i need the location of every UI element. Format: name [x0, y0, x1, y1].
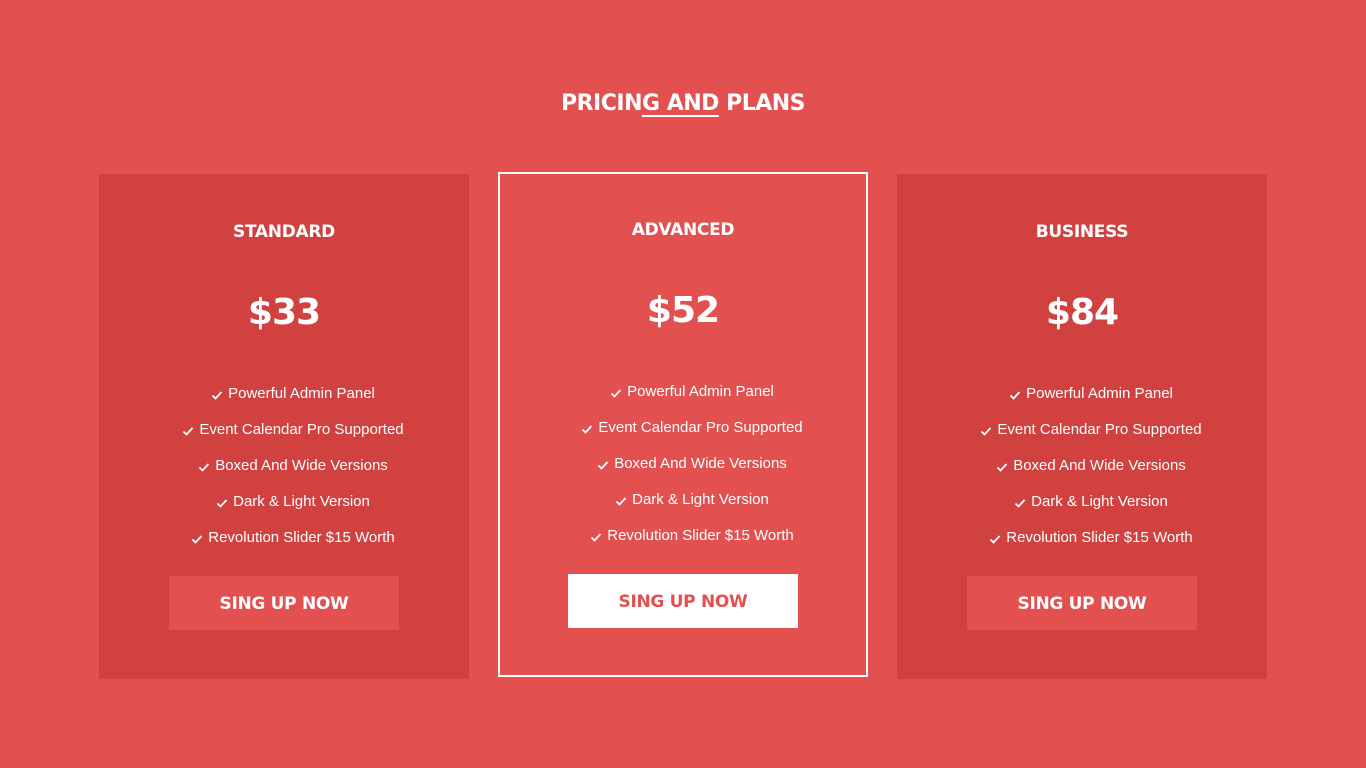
- title-part-2: PLANS: [718, 91, 805, 117]
- signup-button-business[interactable]: SING UP NOW: [967, 576, 1197, 630]
- feature-item: Boxed And Wide Versions: [500, 452, 866, 488]
- feature-item: Revolution Slider $15 Worth: [897, 526, 1267, 562]
- feature-item: Event Calendar Pro Supported: [500, 416, 866, 452]
- feature-item: Event Calendar Pro Supported: [897, 418, 1267, 454]
- plan-price: $33: [247, 292, 321, 333]
- feature-label: Dark & Light Version: [233, 493, 370, 510]
- feature-label: Event Calendar Pro Supported: [997, 421, 1202, 438]
- check-icon: [981, 427, 992, 436]
- check-icon: [183, 427, 194, 436]
- plan-card-standard: STANDARD $33 Powerful Admin Panel Event …: [99, 174, 469, 679]
- feature-label: Revolution Slider $15 Worth: [208, 529, 395, 546]
- feature-item: Revolution Slider $15 Worth: [99, 526, 469, 562]
- feature-label: Powerful Admin Panel: [228, 385, 375, 402]
- feature-item: Dark & Light Version: [897, 490, 1267, 526]
- check-icon: [591, 533, 602, 542]
- check-icon: [192, 535, 203, 544]
- feature-label: Dark & Light Version: [632, 491, 769, 508]
- check-icon: [216, 499, 228, 508]
- feature-list: Powerful Admin Panel Event Calendar Pro …: [897, 382, 1267, 562]
- feature-label: Powerful Admin Panel: [1026, 385, 1173, 402]
- plan-name: ADVANCED: [631, 220, 735, 240]
- plan-price: $84: [1045, 292, 1119, 333]
- check-icon: [199, 463, 210, 472]
- feature-label: Dark & Light Version: [1031, 493, 1168, 510]
- feature-label: Boxed And Wide Versions: [215, 457, 388, 474]
- feature-list: Powerful Admin Panel Event Calendar Pro …: [99, 382, 469, 562]
- signup-button-standard[interactable]: SING UP NOW: [169, 576, 399, 630]
- feature-label: Event Calendar Pro Supported: [199, 421, 404, 438]
- feature-label: Revolution Slider $15 Worth: [1006, 529, 1193, 546]
- check-icon: [997, 463, 1008, 472]
- plan-card-advanced: ADVANCED $52 Powerful Admin Panel Event …: [498, 172, 868, 677]
- check-icon: [598, 461, 609, 470]
- check-icon: [1009, 391, 1021, 400]
- signup-button-advanced[interactable]: SING UP NOW: [568, 574, 798, 628]
- pricing-plans: STANDARD $33 Powerful Admin Panel Event …: [99, 172, 1267, 679]
- feature-item: Revolution Slider $15 Worth: [500, 524, 866, 560]
- feature-label: Boxed And Wide Versions: [614, 455, 787, 472]
- feature-label: Powerful Admin Panel: [627, 383, 774, 400]
- feature-item: Boxed And Wide Versions: [99, 454, 469, 490]
- feature-item: Dark & Light Version: [500, 488, 866, 524]
- feature-label: Event Calendar Pro Supported: [598, 419, 803, 436]
- section-title: PRICING AND PLANS: [0, 88, 1366, 120]
- plan-name: STANDARD: [233, 222, 335, 242]
- feature-item: Event Calendar Pro Supported: [99, 418, 469, 454]
- feature-label: Revolution Slider $15 Worth: [607, 527, 794, 544]
- check-icon: [211, 391, 223, 400]
- plan-name: BUSINESS: [1035, 222, 1129, 242]
- check-icon: [615, 497, 627, 506]
- check-icon: [610, 389, 622, 398]
- plan-price: $52: [646, 290, 720, 331]
- check-icon: [990, 535, 1001, 544]
- check-icon: [582, 425, 593, 434]
- feature-item: Dark & Light Version: [99, 490, 469, 526]
- feature-item: Powerful Admin Panel: [99, 382, 469, 418]
- feature-item: Powerful Admin Panel: [500, 380, 866, 416]
- feature-label: Boxed And Wide Versions: [1013, 457, 1186, 474]
- check-icon: [1014, 499, 1026, 508]
- title-part-1: PRICIN: [560, 91, 643, 117]
- title-underlined-part: G AND: [641, 91, 719, 117]
- feature-item: Boxed And Wide Versions: [897, 454, 1267, 490]
- plan-card-business: BUSINESS $84 Powerful Admin Panel Event …: [897, 174, 1267, 679]
- feature-list: Powerful Admin Panel Event Calendar Pro …: [500, 380, 866, 560]
- feature-item: Powerful Admin Panel: [897, 382, 1267, 418]
